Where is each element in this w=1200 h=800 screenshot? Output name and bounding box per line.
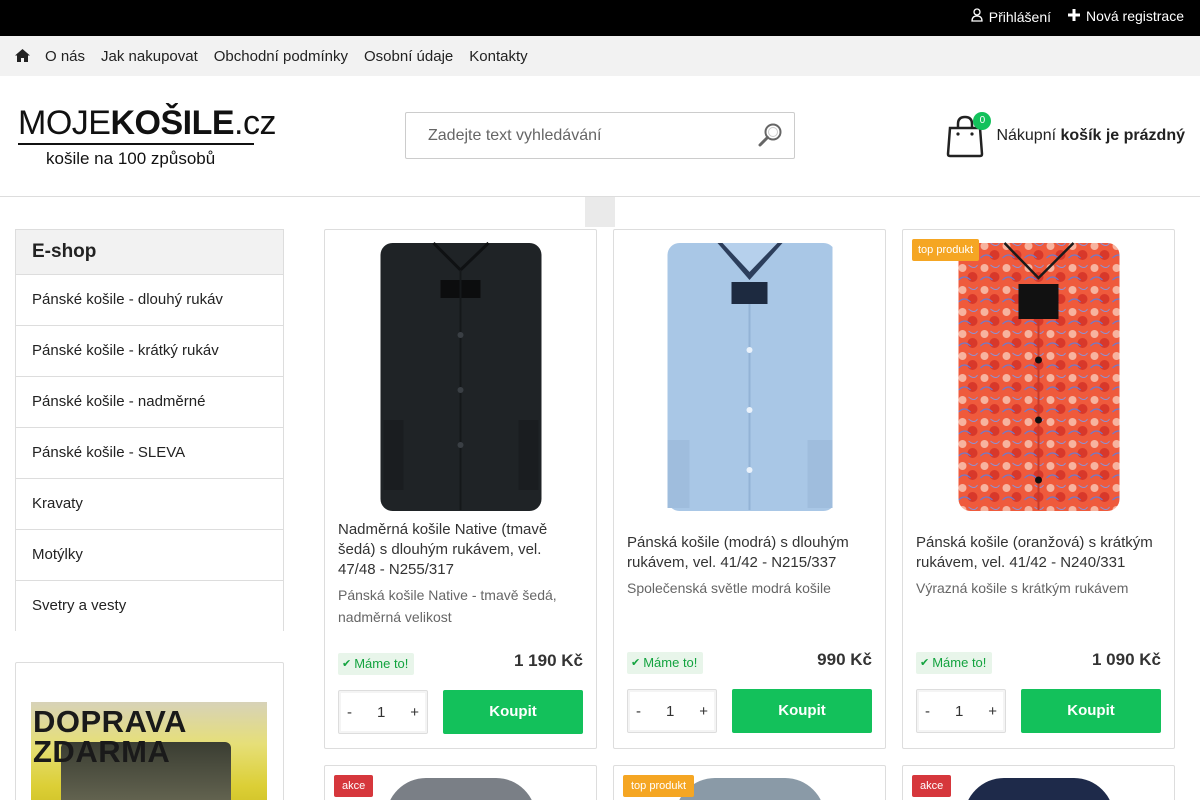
free-shipping-banner[interactable]: DOPRAVA ZDARMA xyxy=(31,702,267,800)
product-card: akce xyxy=(324,765,597,800)
search-box xyxy=(405,112,795,159)
qty-minus-button[interactable]: - xyxy=(347,704,352,721)
buy-button[interactable]: Koupit xyxy=(732,689,872,733)
buy-button[interactable]: Koupit xyxy=(1021,689,1161,733)
sale-badge: akce xyxy=(334,775,374,797)
header: MOJEKOŠILE.cz košile na 100 způsobů 0 Ná… xyxy=(0,76,1200,197)
banner-line2: ZDARMA xyxy=(33,734,171,769)
product-image[interactable] xyxy=(385,778,536,800)
qty-plus-button[interactable]: + xyxy=(699,703,708,720)
product-card: akce xyxy=(902,765,1175,800)
sidebar-item-nadmerne[interactable]: Pánské košile - nadměrné xyxy=(16,377,283,428)
promo-box: DOPRAVA ZDARMA xyxy=(15,662,284,800)
logo-part-kosile: KOŠILE xyxy=(110,104,235,142)
product-card: top produkt Pánská košile (oranžová) s k… xyxy=(902,229,1175,749)
product-image[interactable] xyxy=(674,778,825,800)
qty-minus-button[interactable]: - xyxy=(925,703,930,720)
product-card: top produkt xyxy=(613,765,886,800)
qty-plus-button[interactable]: + xyxy=(988,703,997,720)
nav-item-kontakty[interactable]: Kontakty xyxy=(469,48,527,65)
cart-label: Nákupní xyxy=(996,127,1057,144)
sidebar-item-sleva[interactable]: Pánské košile - SLEVA xyxy=(16,428,283,479)
stock-label: Máme to! xyxy=(932,655,987,670)
nav-item-jak-nakupovat[interactable]: Jak nakupovat xyxy=(101,48,198,65)
sidebar-item-svetry[interactable]: Svetry a vesty xyxy=(16,581,283,631)
product-description: Společenská světle modrá košile xyxy=(627,580,831,596)
qty-value[interactable]: 1 xyxy=(955,703,963,720)
nav-item-osobni-udaje[interactable]: Osobní údaje xyxy=(364,48,453,65)
logo-tagline: košile na 100 způsobů xyxy=(46,149,216,168)
qty-value[interactable]: 1 xyxy=(377,704,385,721)
sidebar-item-kratky-rukav[interactable]: Pánské košile - krátký rukáv xyxy=(16,326,283,377)
product-image[interactable] xyxy=(963,778,1114,800)
cart-count-badge: 0 xyxy=(973,112,992,130)
home-icon[interactable] xyxy=(15,49,31,63)
plus-icon xyxy=(1067,8,1080,24)
check-icon: ✔ xyxy=(631,657,641,669)
product-price: 1 190 Kč xyxy=(514,651,583,670)
product-price: 990 Kč xyxy=(817,650,872,669)
register-label: Nová registrace xyxy=(1085,8,1184,24)
product-title[interactable]: Pánská košile (oranžová) s krátkým rukáv… xyxy=(916,533,1161,573)
stock-label: Máme to! xyxy=(354,656,409,671)
sale-badge: akce xyxy=(912,775,952,797)
product-card: Pánská košile (modrá) s dlouhým rukávem,… xyxy=(613,229,886,749)
sidebar-title: E-shop xyxy=(16,230,283,275)
stock-badge: ✔ Máme to! xyxy=(627,652,704,674)
shopping-bag-icon: 0 xyxy=(946,112,992,158)
login-label: Přihlášení xyxy=(988,8,1051,25)
product-image[interactable] xyxy=(667,240,835,513)
login-link[interactable]: Přihlášení xyxy=(971,8,1051,25)
sidebar-item-kravaty[interactable]: Kravaty xyxy=(16,479,283,530)
search-input[interactable] xyxy=(406,113,726,158)
nav-item-o-nas[interactable]: O nás xyxy=(45,48,85,65)
buy-button[interactable]: Koupit xyxy=(443,690,583,734)
stock-badge: ✔ Máme to! xyxy=(916,652,993,674)
sidebar-item-dlouhy-rukav[interactable]: Pánské košile - dlouhý rukáv xyxy=(16,275,283,326)
product-title[interactable]: Nadměrná košile Native (tmavě šedá) s dl… xyxy=(338,520,583,580)
product-description: Výrazná košile s krátkým rukávem xyxy=(916,580,1129,596)
product-image[interactable] xyxy=(956,240,1121,513)
check-icon: ✔ xyxy=(920,657,930,669)
register-link[interactable]: Nová registrace xyxy=(1067,8,1184,24)
check-icon: ✔ xyxy=(342,658,352,670)
product-card: Nadměrná košile Native (tmavě šedá) s dl… xyxy=(324,229,597,749)
logo-part-moje: MOJE xyxy=(18,104,111,142)
top-bar: Přihlášení Nová registrace xyxy=(0,0,1200,36)
site-logo[interactable]: MOJEKOŠILE.cz košile na 100 způsobů xyxy=(18,104,276,169)
top-product-badge: top produkt xyxy=(623,775,695,797)
gray-tab-marker xyxy=(585,197,615,227)
qty-plus-button[interactable]: + xyxy=(410,704,419,721)
product-price: 1 090 Kč xyxy=(1092,650,1161,669)
sidebar-item-motylky[interactable]: Motýlky xyxy=(16,530,283,581)
qty-minus-button[interactable]: - xyxy=(636,703,641,720)
category-sidebar: E-shop Pánské košile - dlouhý rukáv Páns… xyxy=(15,229,284,631)
top-product-badge: top produkt xyxy=(912,239,980,261)
main-nav: O nás Jak nakupovat Obchodní podmínky Os… xyxy=(0,36,1200,76)
user-icon xyxy=(971,8,983,25)
nav-item-obchodni-podminky[interactable]: Obchodní podmínky xyxy=(214,48,348,65)
stock-label: Máme to! xyxy=(643,655,698,670)
qty-value[interactable]: 1 xyxy=(666,703,674,720)
quantity-stepper: - 1 + xyxy=(627,689,717,733)
stock-badge: ✔ Máme to! xyxy=(338,653,415,675)
search-icon[interactable] xyxy=(758,122,784,148)
logo-part-cz: .cz xyxy=(234,104,276,142)
cart-widget[interactable]: 0 Nákupní košík je prázdný xyxy=(946,112,1185,160)
product-image[interactable] xyxy=(378,240,543,513)
product-title[interactable]: Pánská košile (modrá) s dlouhým rukávem,… xyxy=(627,533,872,573)
quantity-stepper: - 1 + xyxy=(338,690,428,734)
product-description: Pánská košile Native - tmavě šedá, nadmě… xyxy=(338,587,557,625)
quantity-stepper: - 1 + xyxy=(916,689,1006,733)
cart-status: košík je prázdný xyxy=(1060,127,1186,144)
logo-rule xyxy=(18,143,254,145)
